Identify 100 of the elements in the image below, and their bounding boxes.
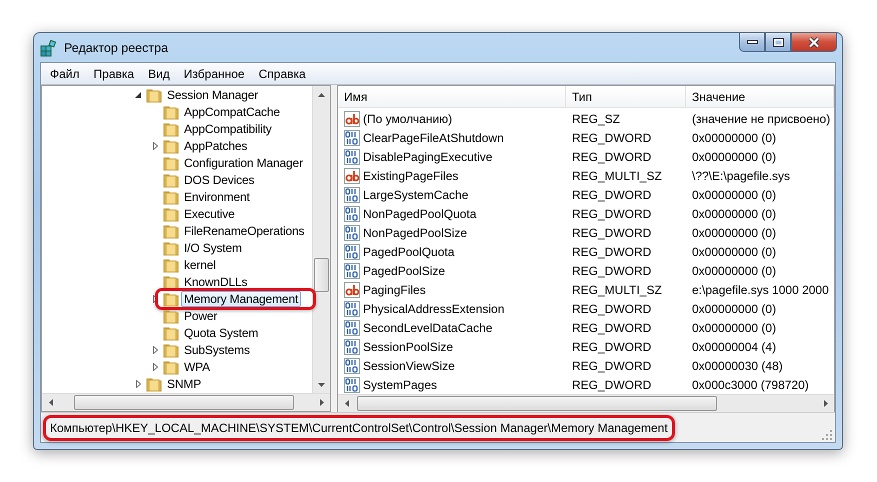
value-name[interactable]: NonPagedPoolQuota xyxy=(363,206,476,220)
value-name[interactable]: LargeSystemCache xyxy=(363,188,468,202)
expand-arrow-icon[interactable] xyxy=(152,362,158,370)
scroll-left-icon[interactable] xyxy=(344,400,348,407)
tree-item[interactable]: AppCompatibility xyxy=(181,120,275,136)
folder-icon xyxy=(163,120,179,136)
folder-icon xyxy=(163,138,179,154)
value-name[interactable]: SessionViewSize xyxy=(363,358,455,372)
value-name[interactable]: DisablePagingExecutive xyxy=(363,150,492,164)
value-data: 0x00000000 (0) xyxy=(691,150,778,164)
value-name[interactable]: NonPagedPoolSize xyxy=(363,226,468,240)
binary-value-icon xyxy=(344,262,360,278)
column-header[interactable]: Тип xyxy=(566,86,686,107)
vertical-scrollbar[interactable] xyxy=(312,86,330,393)
binary-value-icon xyxy=(344,358,360,374)
string-value-icon xyxy=(344,282,360,298)
menu-item[interactable]: Файл xyxy=(43,66,87,80)
menu-item[interactable]: Справка xyxy=(252,66,313,80)
horizontal-scrollbar[interactable] xyxy=(338,394,834,412)
close-button[interactable] xyxy=(791,33,837,52)
expand-arrow-icon[interactable] xyxy=(136,380,140,388)
tree-item[interactable]: SubSystems xyxy=(181,342,253,358)
value-type: REG_MULTI_SZ xyxy=(571,168,663,182)
folder-icon xyxy=(163,154,179,170)
tree-item[interactable]: Quota System xyxy=(181,324,262,340)
value-type: REG_DWORD xyxy=(571,302,652,316)
column-header[interactable]: Имя xyxy=(338,86,566,107)
scroll-up-icon[interactable] xyxy=(318,92,325,96)
value-type: REG_DWORD xyxy=(571,188,652,202)
string-value-icon xyxy=(344,168,360,184)
tree-item[interactable]: Session Manager xyxy=(164,86,262,102)
tree-item[interactable]: kernel xyxy=(181,256,219,272)
value-data: \??\E:\pagefile.sys xyxy=(691,168,792,182)
value-name[interactable]: PhysicalAddressExtension xyxy=(363,302,504,316)
scroll-down-icon[interactable] xyxy=(318,382,325,386)
value-name[interactable]: (По умолчанию) xyxy=(363,112,452,126)
string-value-icon xyxy=(344,110,360,126)
resize-grip-icon[interactable] xyxy=(822,430,832,440)
value-type: REG_DWORD xyxy=(571,358,652,372)
value-type: REG_DWORD xyxy=(571,320,652,334)
expand-arrow-icon[interactable] xyxy=(152,294,158,302)
folder-icon xyxy=(163,222,179,238)
binary-value-icon xyxy=(344,376,360,392)
value-name[interactable]: ClearPageFileAtShutdown xyxy=(363,130,504,144)
value-name[interactable]: PagedPoolSize xyxy=(363,264,446,278)
folder-icon xyxy=(146,376,162,392)
tree-item[interactable]: WPA xyxy=(181,358,213,374)
scrollbar-thumb[interactable] xyxy=(74,395,294,410)
value-data: 0x00000000 (0) xyxy=(691,188,778,202)
value-name[interactable]: ExistingPageFiles xyxy=(363,168,458,182)
value-data: 0x00000000 (0) xyxy=(691,130,778,144)
folder-icon xyxy=(163,290,179,306)
value-name[interactable]: SystemPages xyxy=(363,378,438,392)
menu-item[interactable]: Избранное xyxy=(176,66,252,80)
value-type: REG_DWORD xyxy=(571,206,652,220)
maximize-button[interactable] xyxy=(765,33,791,52)
binary-value-icon xyxy=(344,300,360,316)
tree-item[interactable]: KnownDLLs xyxy=(181,274,250,290)
minimize-button[interactable] xyxy=(739,33,765,52)
value-name[interactable]: SessionPoolSize xyxy=(363,340,454,354)
folder-icon xyxy=(163,358,179,374)
tree-item[interactable]: Memory Management xyxy=(181,290,302,306)
folder-icon xyxy=(163,188,179,204)
tree-item[interactable]: AppCompatCache xyxy=(181,104,283,120)
menu-item[interactable]: Правка xyxy=(86,66,142,80)
value-type: REG_DWORD xyxy=(571,150,652,164)
scrollbar-thumb[interactable] xyxy=(314,258,329,292)
value-type: REG_DWORD xyxy=(571,226,652,240)
value-type: REG_DWORD xyxy=(571,264,652,278)
window-title: Редактор реестра xyxy=(64,40,168,54)
scroll-right-icon[interactable] xyxy=(320,399,324,406)
value-name[interactable]: PagedPoolQuota xyxy=(363,244,454,258)
tree-item[interactable]: Executive xyxy=(181,206,238,222)
expand-arrow-icon[interactable] xyxy=(152,142,158,150)
tree-item[interactable]: I/O System xyxy=(181,240,245,256)
tree-item[interactable]: Environment xyxy=(181,188,253,204)
tree-item[interactable]: AppPatches xyxy=(181,138,250,154)
scrollbar-thumb[interactable] xyxy=(357,396,717,411)
tree-item[interactable]: DOS Devices xyxy=(181,172,258,188)
binary-value-icon xyxy=(344,130,360,146)
folder-icon xyxy=(163,342,179,358)
expand-arrow-icon[interactable] xyxy=(152,346,158,354)
tree-item[interactable]: Configuration Manager xyxy=(181,154,306,170)
tree-item[interactable]: Power xyxy=(181,308,220,324)
scroll-left-icon[interactable] xyxy=(48,399,52,406)
value-data: 0x00000000 (0) xyxy=(691,264,778,278)
folder-icon xyxy=(163,308,179,324)
value-type: REG_DWORD xyxy=(571,130,652,144)
value-data: 0x00000030 (48) xyxy=(691,358,784,372)
menu-item[interactable]: Вид xyxy=(141,66,177,80)
horizontal-scrollbar[interactable] xyxy=(42,393,330,411)
tree-item[interactable]: FileRenameOperations xyxy=(181,222,308,238)
tree-item[interactable]: SNMP xyxy=(164,376,204,392)
column-header[interactable]: Значение xyxy=(686,86,834,107)
folder-icon xyxy=(163,324,179,340)
value-name[interactable]: PagingFiles xyxy=(363,282,426,296)
folder-icon xyxy=(163,274,179,290)
value-name[interactable]: SecondLevelDataCache xyxy=(363,320,492,334)
scroll-right-icon[interactable] xyxy=(824,400,828,407)
collapse-arrow-icon[interactable] xyxy=(135,92,141,98)
